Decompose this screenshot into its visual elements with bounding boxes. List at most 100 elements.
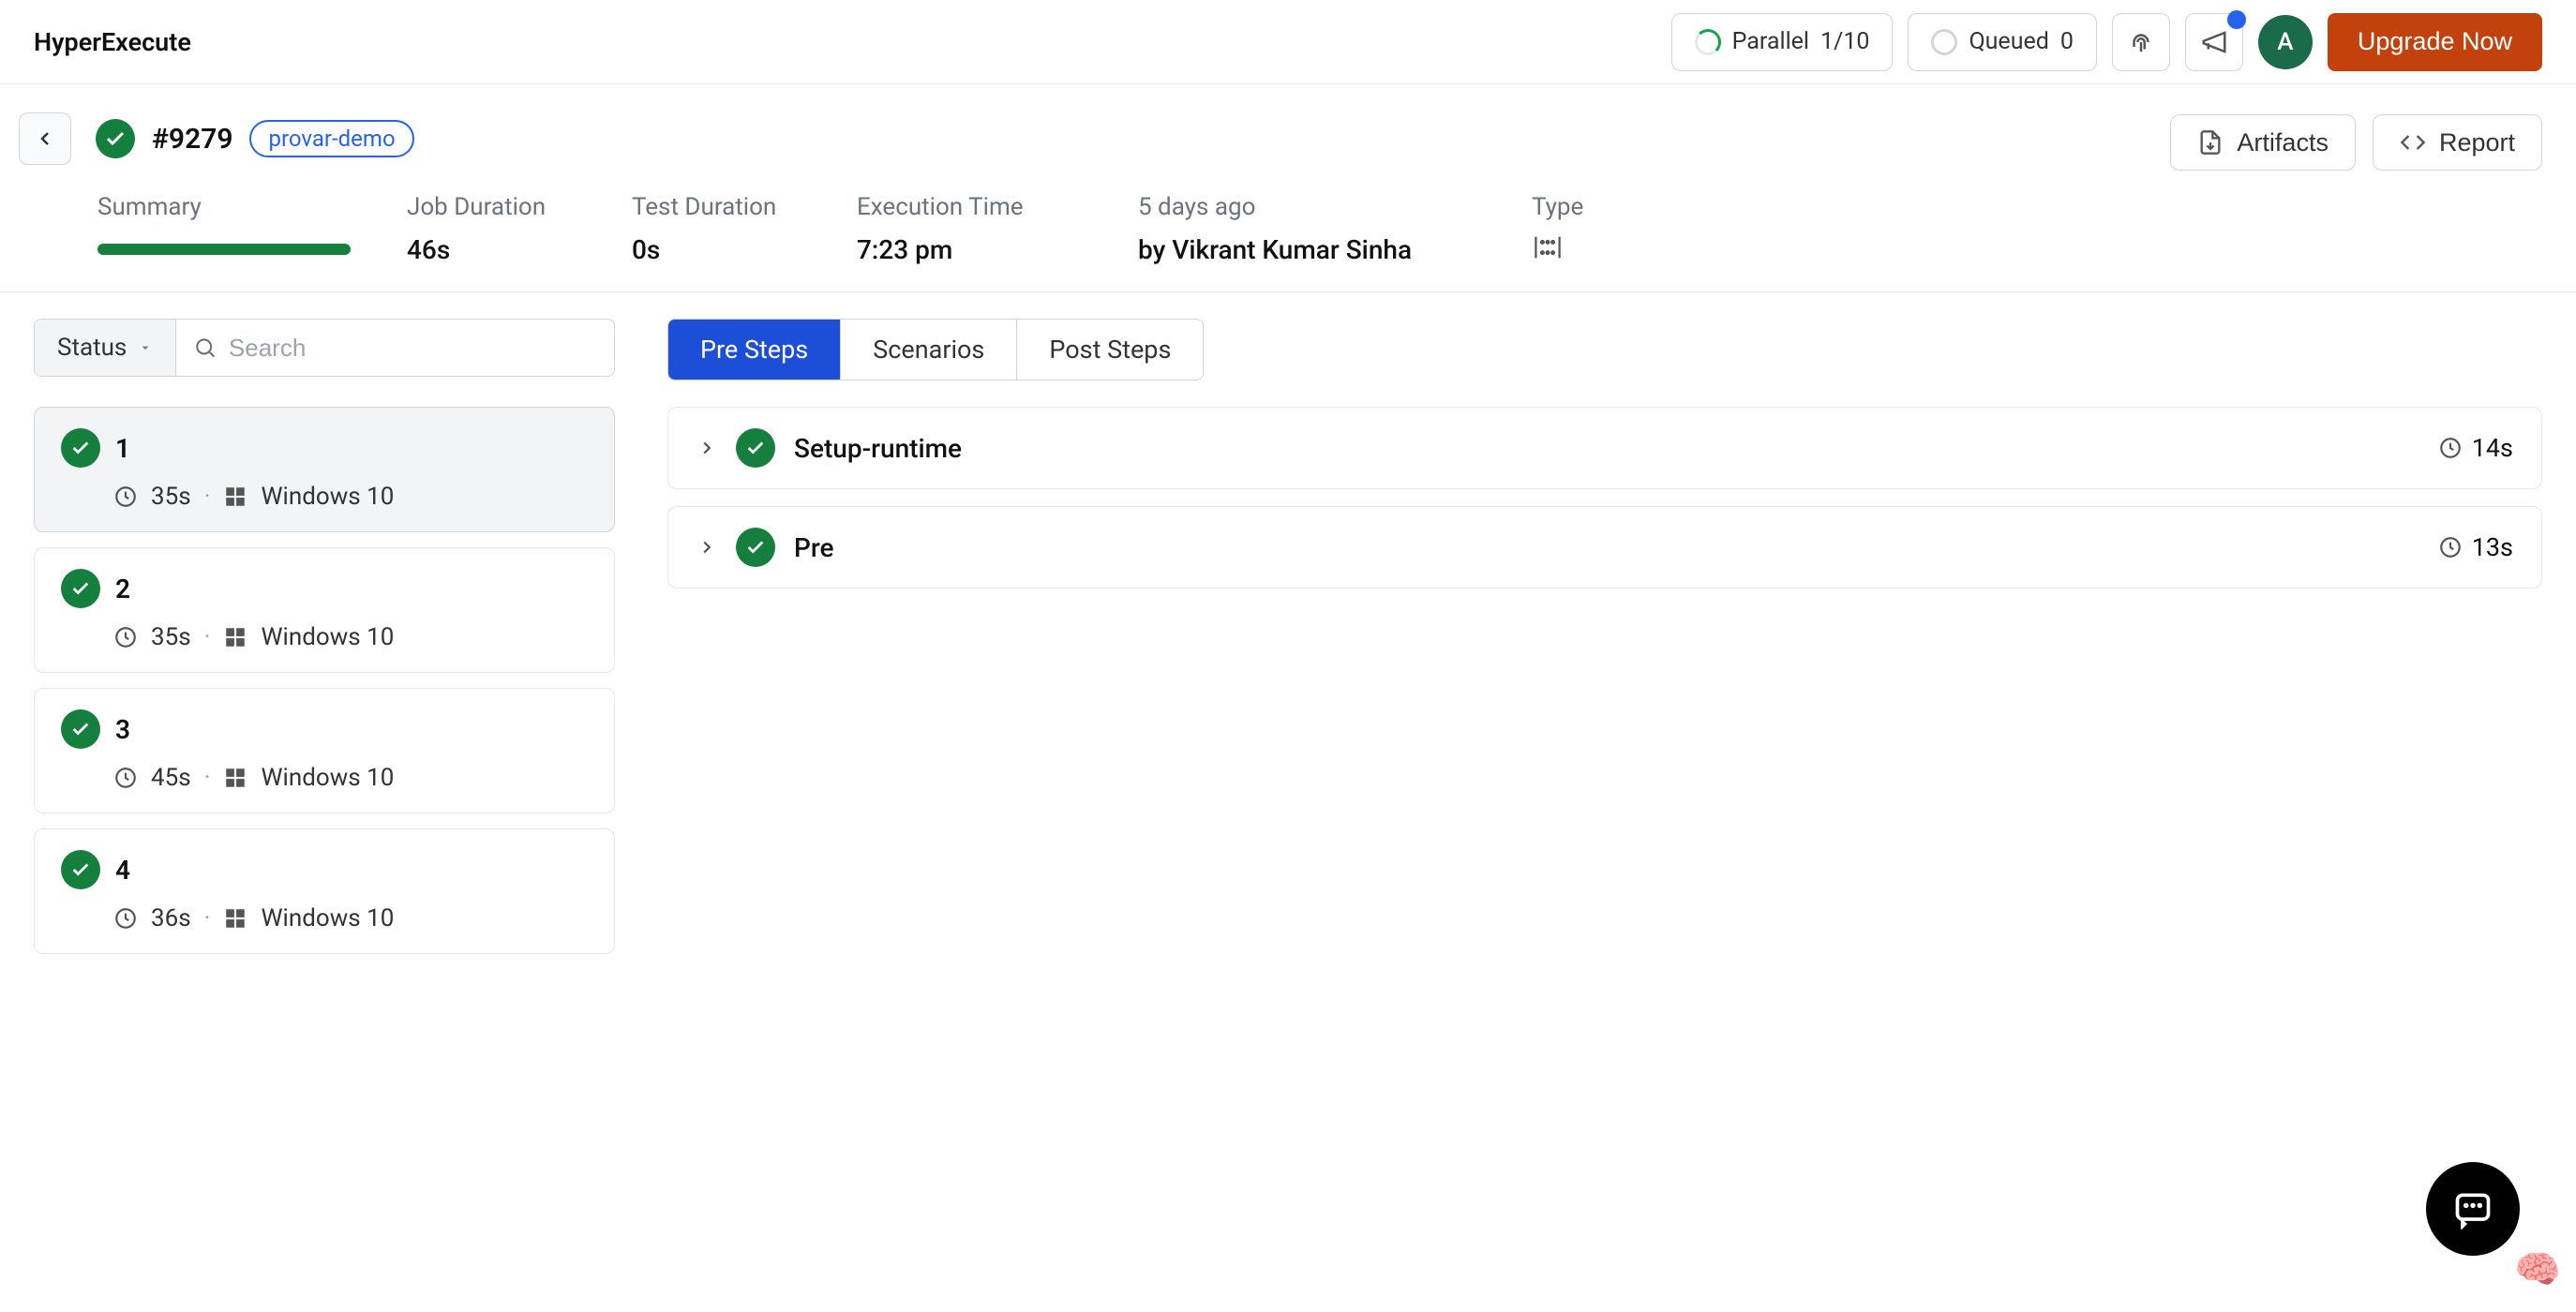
step-duration: 14s xyxy=(2472,433,2513,463)
meta-test-duration: Test Duration 0s xyxy=(632,193,801,265)
meta-job-duration-label: Job Duration xyxy=(407,193,576,221)
task-card-3[interactable]: 3 45s · Windows 10 xyxy=(34,688,615,813)
chevron-left-icon xyxy=(34,127,56,150)
status-filter[interactable]: Status xyxy=(35,320,176,376)
upgrade-button[interactable]: Upgrade Now xyxy=(2328,13,2542,71)
task-os: Windows 10 xyxy=(261,764,394,792)
meta-type-label: Type xyxy=(1532,193,1607,221)
task-duration: 35s xyxy=(151,483,191,511)
meta-author: 5 days ago by Vikrant Kumar Sinha xyxy=(1138,193,1475,265)
parallel-pill[interactable]: Parallel 1/10 xyxy=(1671,13,1894,71)
job-id: #9279 xyxy=(152,123,232,156)
body: Status 1 35s · Windows 10 xyxy=(0,292,2576,995)
job-header: #9279 provar-demo Summary Job Duration 4… xyxy=(0,84,2576,292)
topbar-right: Parallel 1/10 Queued 0 A Upgrade Now xyxy=(1671,13,2542,71)
clock-icon xyxy=(2438,436,2463,460)
clock-icon xyxy=(113,485,138,509)
report-icon xyxy=(2400,129,2426,156)
task-card-1[interactable]: 1 35s · Windows 10 xyxy=(34,407,615,532)
task-num: 1 xyxy=(115,433,130,464)
avatar-initial: A xyxy=(2277,28,2293,56)
meta-type: Type xyxy=(1532,193,1607,265)
task-card-2[interactable]: 2 35s · Windows 10 xyxy=(34,547,615,673)
windows-icon xyxy=(223,625,247,649)
chat-icon xyxy=(2452,1188,2494,1230)
job-title-row: #9279 provar-demo xyxy=(19,112,1607,165)
back-button[interactable] xyxy=(19,112,71,165)
tab-scenarios[interactable]: Scenarios xyxy=(841,320,1017,380)
task-num: 2 xyxy=(115,574,130,604)
tab-presteps[interactable]: Pre Steps xyxy=(668,320,841,380)
avatar[interactable]: A xyxy=(2258,15,2313,69)
meta-age-label: 5 days ago xyxy=(1138,193,1475,221)
step-name: Setup-runtime xyxy=(794,433,962,464)
report-button[interactable]: Report xyxy=(2373,114,2542,171)
matrix-icon xyxy=(1532,234,1564,261)
artifacts-icon xyxy=(2197,129,2224,156)
queued-value: 0 xyxy=(2060,28,2074,55)
step-name: Pre xyxy=(794,532,834,563)
clock-icon xyxy=(113,906,138,931)
queued-label: Queued xyxy=(1969,28,2048,55)
meta-type-value xyxy=(1532,234,1607,261)
artifacts-button[interactable]: Artifacts xyxy=(2170,114,2356,171)
filter-row: Status xyxy=(34,319,615,377)
meta-exec-time-value: 7:23 pm xyxy=(857,234,1082,265)
task-os: Windows 10 xyxy=(261,904,394,932)
separator: · xyxy=(204,483,211,511)
megaphone-icon xyxy=(2200,28,2228,56)
task-duration: 45s xyxy=(151,764,191,792)
step-time: 13s xyxy=(2438,532,2513,562)
windows-icon xyxy=(223,906,247,931)
step-row-setup-runtime[interactable]: Setup-runtime 14s xyxy=(667,407,2542,489)
task-num: 3 xyxy=(115,714,130,745)
spinner-icon xyxy=(1695,29,1721,55)
meta-test-duration-label: Test Duration xyxy=(632,193,801,221)
meta-summary: Summary xyxy=(97,193,351,265)
search-icon xyxy=(193,335,217,361)
tablist: Pre Steps Scenarios Post Steps xyxy=(667,319,1204,380)
task-card-4[interactable]: 4 36s · Windows 10 xyxy=(34,828,615,954)
meta-exec-time: Execution Time 7:23 pm xyxy=(857,193,1082,265)
announcements-button[interactable] xyxy=(2185,13,2243,71)
search-input[interactable] xyxy=(229,334,597,363)
job-header-right: Artifacts Report xyxy=(2170,112,2542,171)
parallel-label: Parallel xyxy=(1732,28,1809,55)
task-os: Windows 10 xyxy=(261,623,394,651)
artifacts-label: Artifacts xyxy=(2237,128,2329,157)
task-duration: 36s xyxy=(151,904,191,932)
task-status-icon xyxy=(61,850,100,889)
job-status-icon xyxy=(96,119,135,158)
job-meta-row: Summary Job Duration 46s Test Duration 0… xyxy=(19,193,1607,265)
windows-icon xyxy=(223,766,247,790)
fingerprint-icon xyxy=(2127,28,2155,56)
search-box xyxy=(176,320,614,376)
chevron-right-icon xyxy=(696,438,717,458)
fingerprint-button[interactable] xyxy=(2112,13,2170,71)
sidebar: Status 1 35s · Windows 10 xyxy=(34,319,615,969)
step-status-icon xyxy=(736,528,775,567)
clock-icon xyxy=(113,766,138,790)
status-filter-label: Status xyxy=(57,334,127,362)
tab-poststeps[interactable]: Post Steps xyxy=(1017,320,1203,380)
meta-test-duration-value: 0s xyxy=(632,234,801,265)
job-header-left: #9279 provar-demo Summary Job Duration 4… xyxy=(19,112,1607,265)
separator: · xyxy=(204,904,211,932)
meta-summary-label: Summary xyxy=(97,193,351,221)
topbar: HyperExecute Parallel 1/10 Queued 0 A Up… xyxy=(0,0,2576,84)
separator: · xyxy=(204,764,211,792)
brain-fab[interactable]: 🧠 xyxy=(2514,1247,2561,1291)
caret-down-icon xyxy=(138,340,153,355)
notification-dot-icon xyxy=(2227,10,2246,29)
clock-icon xyxy=(113,625,138,649)
app-title: HyperExecute xyxy=(34,27,191,57)
task-duration: 35s xyxy=(151,623,191,651)
meta-exec-time-label: Execution Time xyxy=(857,193,1082,221)
job-tag[interactable]: provar-demo xyxy=(249,120,413,157)
step-duration: 13s xyxy=(2472,532,2513,562)
step-row-pre[interactable]: Pre 13s xyxy=(667,506,2542,589)
queued-pill[interactable]: Queued 0 xyxy=(1908,13,2096,71)
task-num: 4 xyxy=(115,855,130,886)
task-status-icon xyxy=(61,428,100,468)
chat-fab[interactable] xyxy=(2426,1162,2520,1256)
